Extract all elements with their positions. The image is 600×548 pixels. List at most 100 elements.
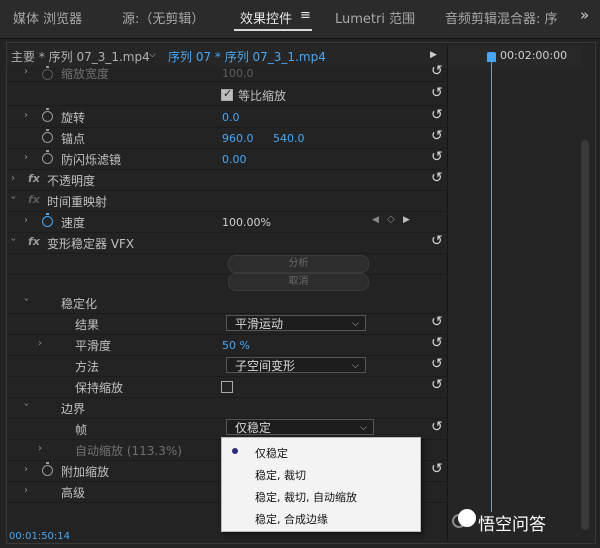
- expand-chevron-icon[interactable]: ›: [24, 66, 28, 77]
- reset-icon[interactable]: ↺: [431, 128, 443, 144]
- fx-icon[interactable]: fx: [28, 235, 40, 248]
- property-row-anti-flicker: › 防闪烁滤镜 0.00 ↺: [7, 148, 447, 170]
- expand-chevron-icon[interactable]: ›: [24, 464, 28, 475]
- preserve-scale-checkbox[interactable]: [221, 381, 233, 393]
- keyframe-add-icon[interactable]: ◇: [387, 214, 395, 225]
- property-row-result: 结果 平滑运动 ⌵ ↺: [7, 313, 447, 335]
- collapse-chevron-icon[interactable]: ›: [21, 298, 32, 302]
- chevron-down-icon[interactable]: ⌵: [149, 50, 156, 60]
- chevron-down-icon: ⌵: [352, 361, 359, 371]
- stopwatch-icon[interactable]: [42, 129, 53, 143]
- current-timecode[interactable]: 00:01:50:14: [9, 531, 70, 542]
- dropdown-value: 子空间变形: [235, 359, 296, 373]
- expand-chevron-icon[interactable]: ›: [24, 215, 28, 226]
- wukong-logo-icon: [458, 509, 476, 527]
- group-label: 边界: [61, 402, 86, 416]
- property-label: 方法: [75, 360, 100, 374]
- effect-row-time-remap: › fx 时间重映射: [7, 190, 447, 212]
- menu-item-stabilize-crop[interactable]: 稳定, 裁切: [255, 467, 306, 483]
- anchor-x-value[interactable]: 960.0: [222, 132, 254, 145]
- property-label: 附加缩放: [61, 465, 110, 479]
- reset-icon[interactable]: ↺: [431, 149, 443, 165]
- stopwatch-icon[interactable]: [42, 150, 53, 164]
- fx-icon[interactable]: fx: [28, 172, 40, 185]
- reset-icon[interactable]: ↺: [431, 356, 443, 372]
- panel-menu-icon[interactable]: ≡: [300, 8, 311, 23]
- effect-row-opacity: › fx 不透明度 ↺: [7, 169, 447, 191]
- uniform-scale-checkbox[interactable]: [221, 87, 233, 101]
- reset-icon[interactable]: ↺: [431, 377, 443, 393]
- property-row-smoothness: › 平滑度 50 % ↺: [7, 334, 447, 356]
- expand-chevron-icon[interactable]: ›: [24, 485, 28, 496]
- sequence-clip-label[interactable]: 序列 07 * 序列 07_3_1.mp4: [168, 48, 326, 65]
- tab-effect-controls[interactable]: 效果控件: [240, 8, 292, 27]
- expand-chevron-icon[interactable]: ›: [11, 173, 15, 184]
- result-dropdown[interactable]: 平滑运动 ⌵: [226, 315, 366, 331]
- anchor-y-value[interactable]: 540.0: [273, 132, 305, 145]
- stopwatch-icon[interactable]: [42, 66, 53, 80]
- property-label: 自动缩放 (113.3%): [75, 444, 182, 458]
- reset-icon[interactable]: ↺: [431, 314, 443, 330]
- analyze-button[interactable]: 分析: [228, 255, 369, 273]
- menu-item-stabilize-only[interactable]: 仅稳定: [255, 445, 288, 461]
- reset-icon[interactable]: ↺: [431, 461, 443, 477]
- more-tabs-icon[interactable]: »: [580, 6, 589, 24]
- tab-media-browser[interactable]: 媒体 浏览器: [13, 8, 82, 27]
- chevron-down-icon: ⌵: [352, 319, 359, 329]
- framing-dropdown[interactable]: 仅稳定 ⌵: [226, 419, 374, 435]
- expand-chevron-icon[interactable]: ›: [24, 152, 28, 163]
- tab-source[interactable]: 源:（无剪辑）: [122, 8, 204, 27]
- reset-icon[interactable]: ↺: [431, 170, 443, 186]
- expand-chevron-icon[interactable]: ›: [38, 338, 42, 349]
- vertical-scrollbar[interactable]: [581, 140, 589, 530]
- group-row-stabilization: › 稳定化: [7, 292, 447, 314]
- playhead-line: [491, 62, 492, 512]
- reset-icon[interactable]: ↺: [431, 335, 443, 351]
- watermark-text: 悟空问答: [478, 515, 546, 535]
- tab-audio-clip-mixer[interactable]: 音频剪辑混合器: 序: [445, 8, 558, 27]
- property-value[interactable]: 50 %: [222, 339, 250, 352]
- playhead-handle[interactable]: [487, 52, 496, 62]
- group-label: 稳定化: [61, 297, 98, 311]
- reset-icon[interactable]: ↺: [431, 233, 443, 249]
- expand-chevron-icon[interactable]: ›: [38, 443, 42, 454]
- menu-item-stabilize-crop-autoscale[interactable]: 稳定, 裁切, 自动缩放: [255, 489, 357, 505]
- keyframe-next-icon[interactable]: ▶: [403, 215, 410, 225]
- property-label: 防闪烁滤镜: [61, 153, 122, 167]
- property-row-preserve-scale: 保持缩放 ↺: [7, 376, 447, 398]
- stopwatch-icon[interactable]: [42, 462, 53, 476]
- collapse-chevron-icon[interactable]: ›: [21, 403, 32, 407]
- property-row-rotation: › 旋转 0.0 ↺: [7, 106, 447, 128]
- reset-icon[interactable]: ↺: [431, 85, 443, 101]
- panel-tab-bar: 媒体 浏览器 源:（无剪辑） 效果控件 ≡ Lumetri 范围 音频剪辑混合器…: [0, 0, 600, 39]
- reset-icon[interactable]: ↺: [431, 419, 443, 435]
- property-label: 缩放宽度: [61, 67, 110, 81]
- menu-item-stabilize-synthesize-edges[interactable]: 稳定, 合成边缘: [255, 511, 328, 527]
- method-dropdown[interactable]: 子空间变形 ⌵: [226, 357, 366, 373]
- property-label: 平滑度: [75, 339, 112, 353]
- stopwatch-icon[interactable]: [42, 108, 53, 122]
- fx-icon: fx: [28, 193, 40, 206]
- collapse-chevron-icon[interactable]: ›: [8, 238, 19, 242]
- property-label: 速度: [61, 216, 86, 230]
- cancel-button[interactable]: 取消: [228, 273, 369, 291]
- tab-lumetri-scopes[interactable]: Lumetri 范围: [335, 8, 415, 27]
- effect-label: 不透明度: [47, 174, 96, 188]
- master-clip-label[interactable]: 主要 * 序列 07_3_1.mp4: [11, 48, 150, 65]
- property-value[interactable]: 100.0: [222, 67, 254, 80]
- mini-timeline[interactable]: [447, 45, 594, 541]
- dropdown-value: 平滑运动: [235, 317, 284, 331]
- group-row-borders: › 边界: [7, 397, 447, 419]
- scroll-right-icon[interactable]: ▶: [430, 50, 437, 60]
- property-value[interactable]: 100.00%: [222, 216, 271, 229]
- checkbox-label: 等比缩放: [238, 89, 287, 103]
- collapse-chevron-icon[interactable]: ›: [8, 196, 19, 200]
- stopwatch-icon[interactable]: [42, 213, 53, 227]
- reset-icon[interactable]: ↺: [431, 63, 443, 79]
- keyframe-prev-icon[interactable]: ◀: [372, 215, 379, 225]
- expand-chevron-icon[interactable]: ›: [24, 110, 28, 121]
- property-value[interactable]: 0.0: [222, 111, 240, 124]
- property-value[interactable]: 0.00: [222, 153, 247, 166]
- ruler-timecode: 00:02:00:00: [500, 49, 568, 62]
- reset-icon[interactable]: ↺: [431, 107, 443, 123]
